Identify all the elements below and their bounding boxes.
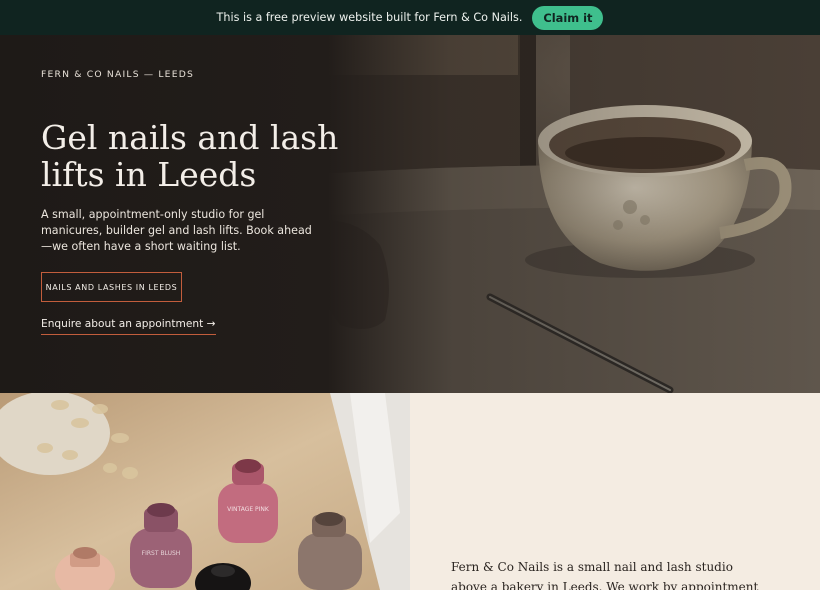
hero-headline: Gel nails and lash lifts in Leeds (41, 118, 339, 194)
vintage-pink-label: VINTAGE PINK (227, 506, 270, 513)
polish-bottles-image: FIRST BLUSH VINTAGE PINK (0, 393, 410, 590)
hero-eyebrow: FERN & CO NAILS — LEEDS (41, 69, 194, 80)
claim-button[interactable]: Claim it (532, 5, 604, 30)
preview-banner: This is a free preview website built for… (0, 0, 820, 35)
polish-bottles-photo: FIRST BLUSH VINTAGE PINK (0, 393, 410, 590)
enquire-link[interactable]: Enquire about an appointment → (41, 318, 216, 335)
first-blush-label: FIRST BLUSH (142, 550, 181, 557)
nails-and-lashes-button[interactable]: NAILS AND LASHES IN LEEDS (41, 272, 182, 302)
about-text: Fern & Co Nails is a small nail and lash… (451, 560, 759, 590)
preview-banner-message: This is a free preview website built for… (216, 11, 523, 24)
hero-lede: A small, appointment-only studio for gel… (41, 208, 312, 254)
about-section: Fern & Co Nails is a small nail and lash… (410, 393, 820, 590)
hero-section: FERN & CO NAILS — LEEDS Gel nails and la… (0, 35, 820, 393)
